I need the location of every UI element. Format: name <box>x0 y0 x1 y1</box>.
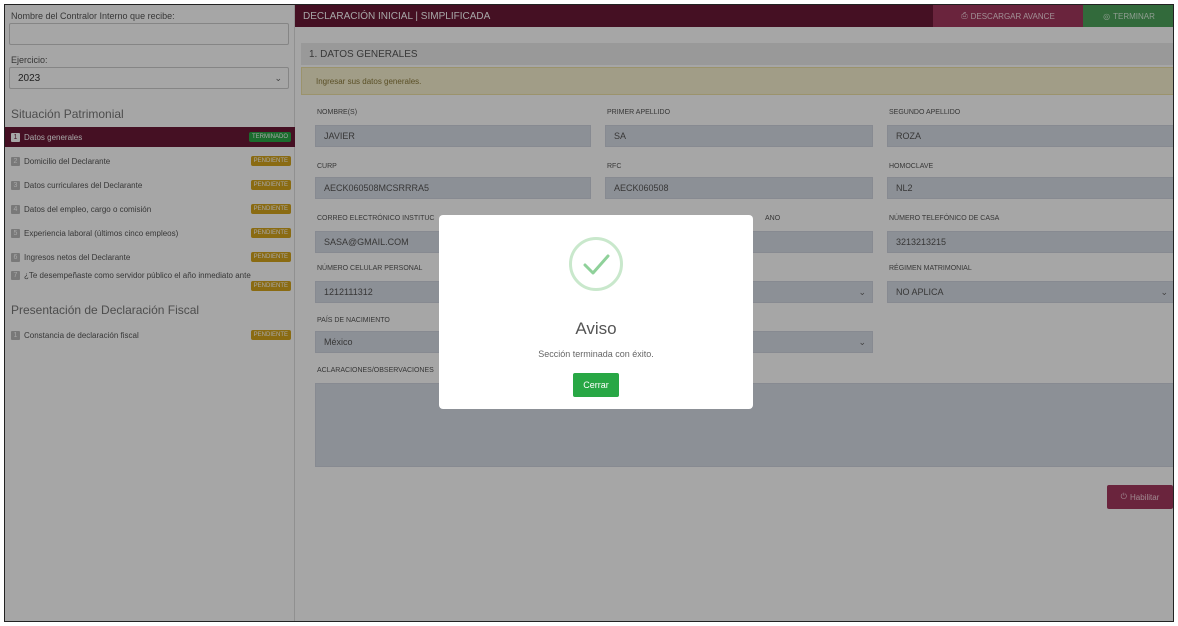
app-window: Nombre del Contralor Interno que recibe:… <box>4 4 1174 622</box>
modal-message: Sección terminada con éxito. <box>538 349 654 359</box>
close-modal-button[interactable]: Cerrar <box>573 373 619 397</box>
modal-title: Aviso <box>575 319 617 338</box>
success-check-icon <box>569 237 623 291</box>
success-modal: Aviso Sección terminada con éxito. Cerra… <box>439 215 753 409</box>
